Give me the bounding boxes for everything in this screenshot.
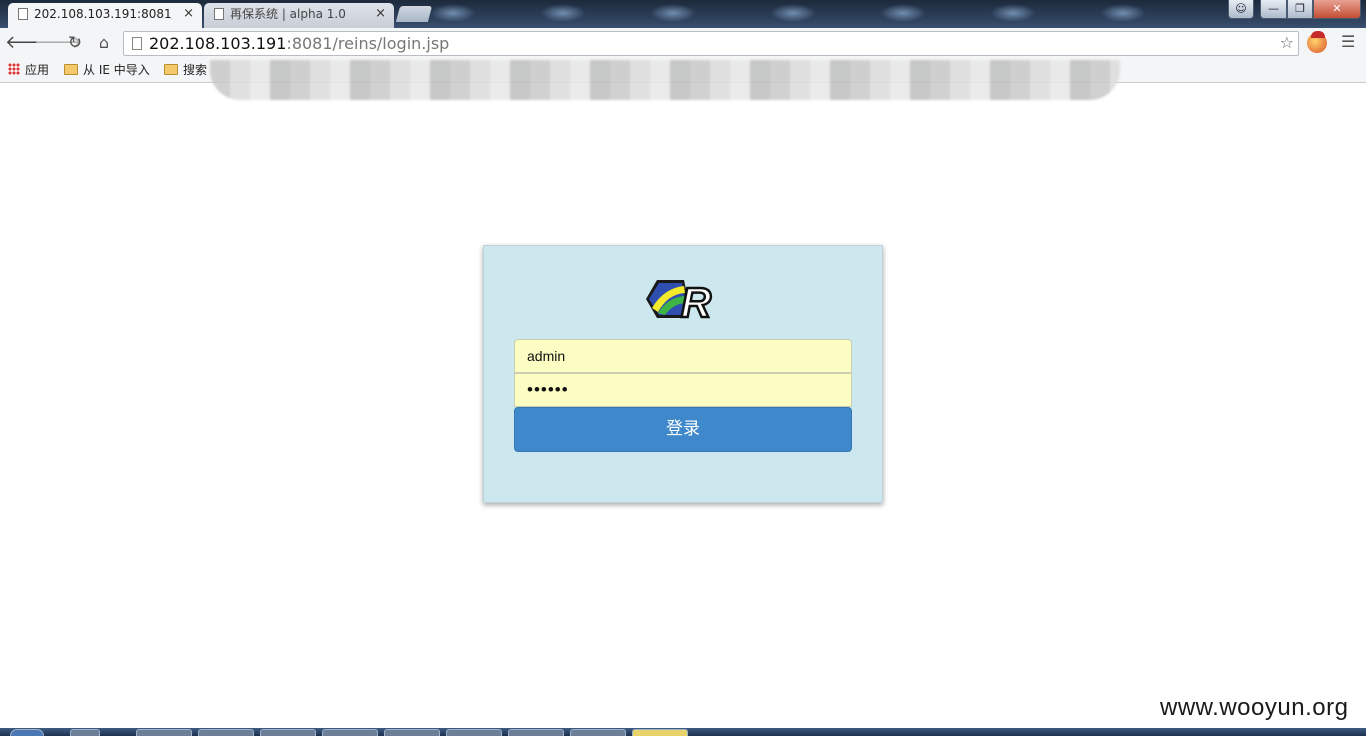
url-text[interactable]: 202.108.103.191:8081/reins/login.jsp xyxy=(149,34,449,53)
forward-arrow-icon[interactable]: 🡒 xyxy=(34,32,82,54)
login-card: R admin •••••• 登录 xyxy=(483,245,883,503)
url-path: :8081/reins/login.jsp xyxy=(286,34,450,53)
bookmark-star-icon[interactable]: ☆ xyxy=(1280,33,1294,52)
window-frame-decoration xyxy=(430,4,476,22)
apps-grid-icon xyxy=(8,63,20,75)
taskbar-app[interactable] xyxy=(136,729,192,736)
page-icon xyxy=(18,8,28,20)
back-arrow-icon[interactable]: 🡐 xyxy=(5,32,53,54)
bookmark-label: 应用 xyxy=(25,63,50,77)
maximize-button[interactable]: ❐ xyxy=(1287,0,1313,19)
minimize-button[interactable]: — xyxy=(1260,0,1287,19)
address-bar[interactable]: 202.108.103.191:8081/reins/login.jsp ☆ xyxy=(123,31,1299,56)
redacted-bookmarks xyxy=(210,60,1120,100)
tab-reinsurance-system[interactable]: 再保系统 | alpha 1.0 × xyxy=(204,3,394,28)
window-frame-decoration xyxy=(880,4,926,22)
folder-icon xyxy=(164,64,178,75)
window-frame-decoration xyxy=(770,4,816,22)
bookmark-search[interactable]: 搜索 xyxy=(164,62,207,78)
browser-tab-strip: 202.108.103.191:8081/re × 再保系统 | alpha 1… xyxy=(0,0,1366,28)
window-frame-decoration xyxy=(650,4,696,22)
folder-icon xyxy=(64,64,78,75)
taskbar-app[interactable] xyxy=(570,729,626,736)
close-window-button[interactable]: ✕ xyxy=(1313,0,1361,19)
tab-title: 再保系统 | alpha 1.0 xyxy=(230,7,346,21)
taskbar-app-active[interactable] xyxy=(632,729,688,736)
taskbar-app[interactable] xyxy=(384,729,440,736)
watermark-text: www.wooyun.org xyxy=(1160,694,1349,721)
bookmark-label: 搜索 xyxy=(183,63,208,77)
bookmark-import-from-ie[interactable]: 从 IE 中导入 xyxy=(64,62,150,78)
taskbar-app[interactable] xyxy=(446,729,502,736)
logo-letter: R xyxy=(681,279,712,322)
url-host: 202.108.103.191 xyxy=(149,34,287,53)
window-frame-decoration xyxy=(990,4,1036,22)
new-tab-button[interactable] xyxy=(395,6,433,22)
bookmark-label: 从 IE 中导入 xyxy=(83,63,150,77)
tab-login-page[interactable]: 202.108.103.191:8081/re × xyxy=(8,3,202,28)
reload-icon[interactable]: ↻ xyxy=(64,32,86,54)
close-tab-icon[interactable]: × xyxy=(183,3,194,25)
tab-title: 202.108.103.191:8081/re xyxy=(34,7,172,21)
window-frame-decoration xyxy=(540,4,586,22)
taskbar-app[interactable] xyxy=(198,729,254,736)
taskbar-app[interactable] xyxy=(508,729,564,736)
login-button[interactable]: 登录 xyxy=(514,407,852,452)
username-input[interactable]: admin xyxy=(514,339,852,373)
taskbar-app[interactable] xyxy=(322,729,378,736)
close-tab-icon[interactable]: × xyxy=(375,3,386,25)
password-input[interactable]: •••••• xyxy=(514,373,852,407)
home-icon[interactable]: ⌂ xyxy=(93,32,115,54)
hamburger-menu-icon[interactable]: ☰ xyxy=(1341,34,1357,50)
taskbar-app[interactable] xyxy=(70,729,100,736)
company-logo: R xyxy=(646,278,713,322)
window-frame-decoration xyxy=(1100,4,1146,22)
bookmark-apps[interactable]: 应用 xyxy=(8,62,49,78)
user-profile-icon[interactable]: ☺ xyxy=(1228,0,1254,19)
start-button[interactable] xyxy=(10,729,44,736)
extension-hat-icon xyxy=(1311,31,1325,38)
page-icon xyxy=(132,37,142,50)
browser-toolbar: 🡐 🡒 ↻ ⌂ 202.108.103.191:8081/reins/login… xyxy=(0,28,1366,58)
page-icon xyxy=(214,8,224,20)
taskbar-app[interactable] xyxy=(260,729,316,736)
